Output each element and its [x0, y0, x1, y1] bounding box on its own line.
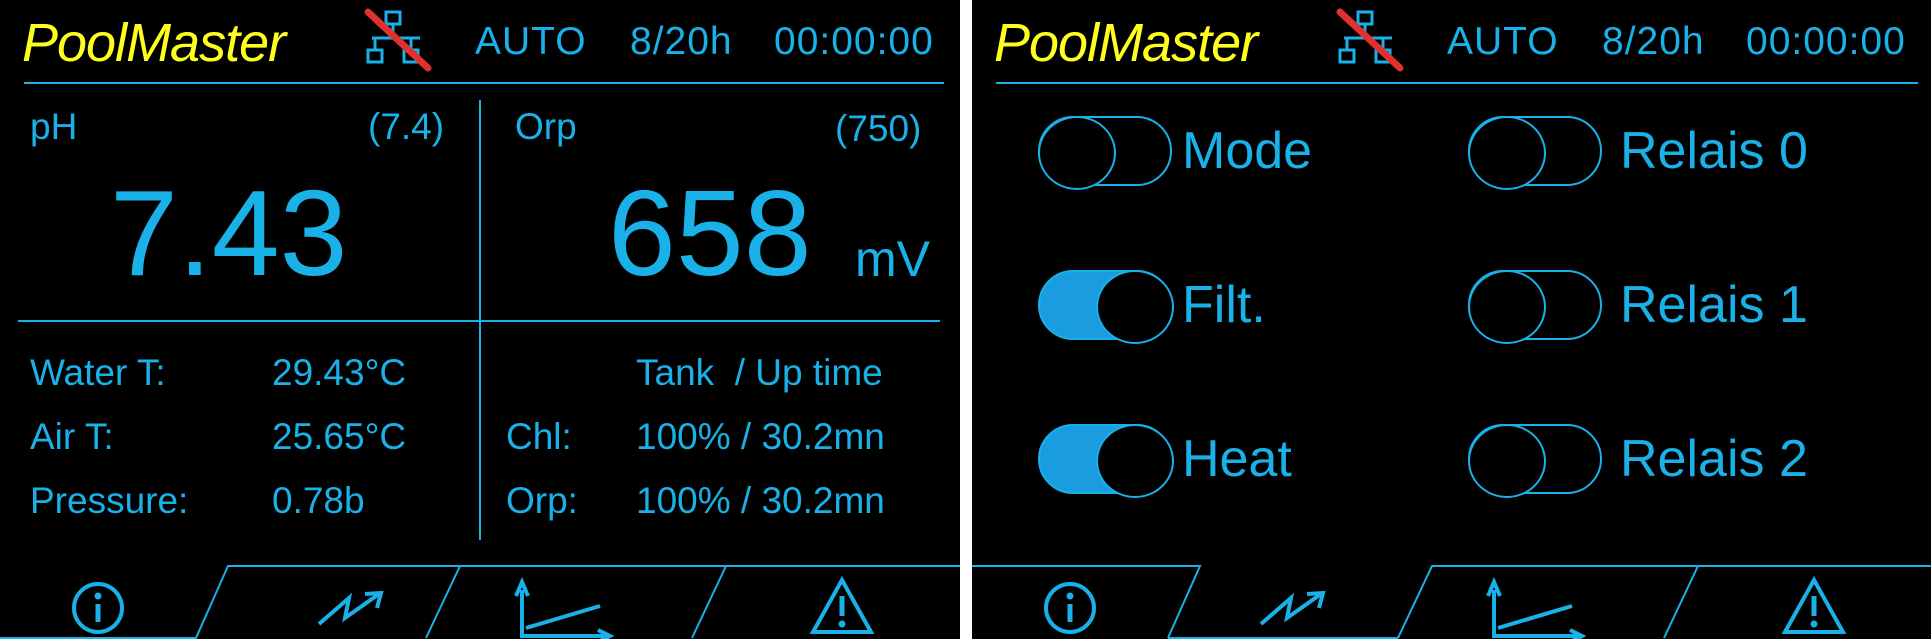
relay-0-toggle[interactable] — [1468, 116, 1602, 190]
switch-row-relay-2: Relais 2 — [1468, 424, 1808, 498]
measurements-screen: PoolMaster AUTO 8/20h 00:00:00 pH (7.4) … — [0, 0, 960, 639]
water-temp-value: 29.43°C — [272, 352, 407, 393]
clock: 00:00:00 — [774, 20, 934, 63]
toggle-knob — [1468, 270, 1546, 344]
app-logo: PoolMaster — [994, 13, 1258, 73]
orp-label: Orp — [515, 106, 577, 147]
info-icon — [72, 582, 124, 634]
tab-alarm[interactable] — [715, 566, 960, 639]
ph-label: pH — [30, 106, 78, 147]
switch-row-mode: Mode — [1038, 116, 1313, 190]
clock: 00:00:00 — [1746, 20, 1906, 63]
relay-0-label: Relais 0 — [1620, 122, 1808, 180]
zigzag-control-icon — [317, 590, 384, 626]
tab-control[interactable] — [1187, 566, 1417, 639]
heat-toggle-label: Heat — [1182, 430, 1292, 488]
orp-setpoint: (750) — [835, 108, 922, 149]
switch-row-filtration: Filt. — [1038, 270, 1266, 344]
app-logo: PoolMaster — [22, 13, 286, 73]
network-disconnected-icon — [364, 8, 432, 72]
zigzag-control-icon — [1259, 590, 1326, 626]
schedule-status: 8/20h — [1602, 20, 1705, 63]
ph-setpoint: (7.4) — [368, 106, 445, 147]
pressure-value: 0.78b — [272, 480, 365, 521]
mode-status: AUTO — [1447, 20, 1559, 63]
relay-1-label: Relais 1 — [1620, 276, 1808, 334]
tab-info[interactable] — [0, 566, 210, 639]
water-temp-label: Water T: — [30, 352, 166, 393]
air-temp-label: Air T: — [30, 416, 114, 457]
chl-tank-label: Chl: — [506, 416, 572, 457]
toggle-knob — [1038, 116, 1116, 190]
controls-screen: PoolMaster AUTO 8/20h 00:00:00 Mode Filt… — [972, 0, 1931, 639]
tab-info[interactable] — [972, 566, 1182, 639]
switch-row-heat: Heat — [1038, 424, 1292, 498]
pressure-label: Pressure: — [30, 480, 189, 521]
tab-alarm[interactable] — [1687, 566, 1931, 639]
filtration-toggle[interactable] — [1038, 270, 1174, 344]
tab-control[interactable] — [215, 566, 445, 639]
relay-2-toggle[interactable] — [1468, 424, 1602, 498]
warning-icon — [1781, 576, 1847, 634]
toggle-knob — [1468, 116, 1546, 190]
tab-graph[interactable] — [450, 566, 710, 639]
orp-unit: mV — [855, 231, 930, 287]
air-temp-value: 25.65°C — [272, 416, 407, 457]
toggle-knob — [1468, 424, 1546, 498]
switch-row-relay-0: Relais 0 — [1468, 116, 1808, 190]
graph-axes-icon — [1486, 576, 1586, 639]
relay-1-toggle[interactable] — [1468, 270, 1602, 344]
tab-bar — [0, 560, 960, 639]
graph-axes-icon — [514, 576, 614, 639]
relay-2-label: Relais 2 — [1620, 430, 1808, 488]
toggle-knob — [1096, 424, 1174, 498]
heat-toggle[interactable] — [1038, 424, 1174, 498]
filtration-toggle-label: Filt. — [1182, 276, 1266, 334]
switch-row-relay-1: Relais 1 — [1468, 270, 1808, 344]
ph-value: 7.43 — [110, 165, 348, 301]
mode-toggle-label: Mode — [1182, 122, 1313, 180]
warning-icon — [809, 576, 875, 634]
tab-bar — [972, 560, 1931, 639]
mode-status: AUTO — [475, 20, 587, 63]
tab-graph[interactable] — [1422, 566, 1682, 639]
mode-toggle[interactable] — [1038, 116, 1172, 190]
toggle-knob — [1096, 270, 1174, 344]
chl-tank-value: 100% / 30.2mn — [636, 416, 885, 457]
network-disconnected-icon — [1336, 8, 1404, 72]
orp-tank-label: Orp: — [506, 480, 578, 521]
info-icon — [1044, 582, 1096, 634]
orp-value: 658 — [608, 165, 812, 301]
orp-tank-value: 100% / 30.2mn — [636, 480, 885, 521]
tank-uptime-header: Tank / Up time — [636, 352, 883, 393]
header-divider — [996, 82, 1918, 84]
header-divider — [24, 82, 944, 84]
schedule-status: 8/20h — [630, 20, 733, 63]
vertical-divider — [479, 100, 481, 540]
